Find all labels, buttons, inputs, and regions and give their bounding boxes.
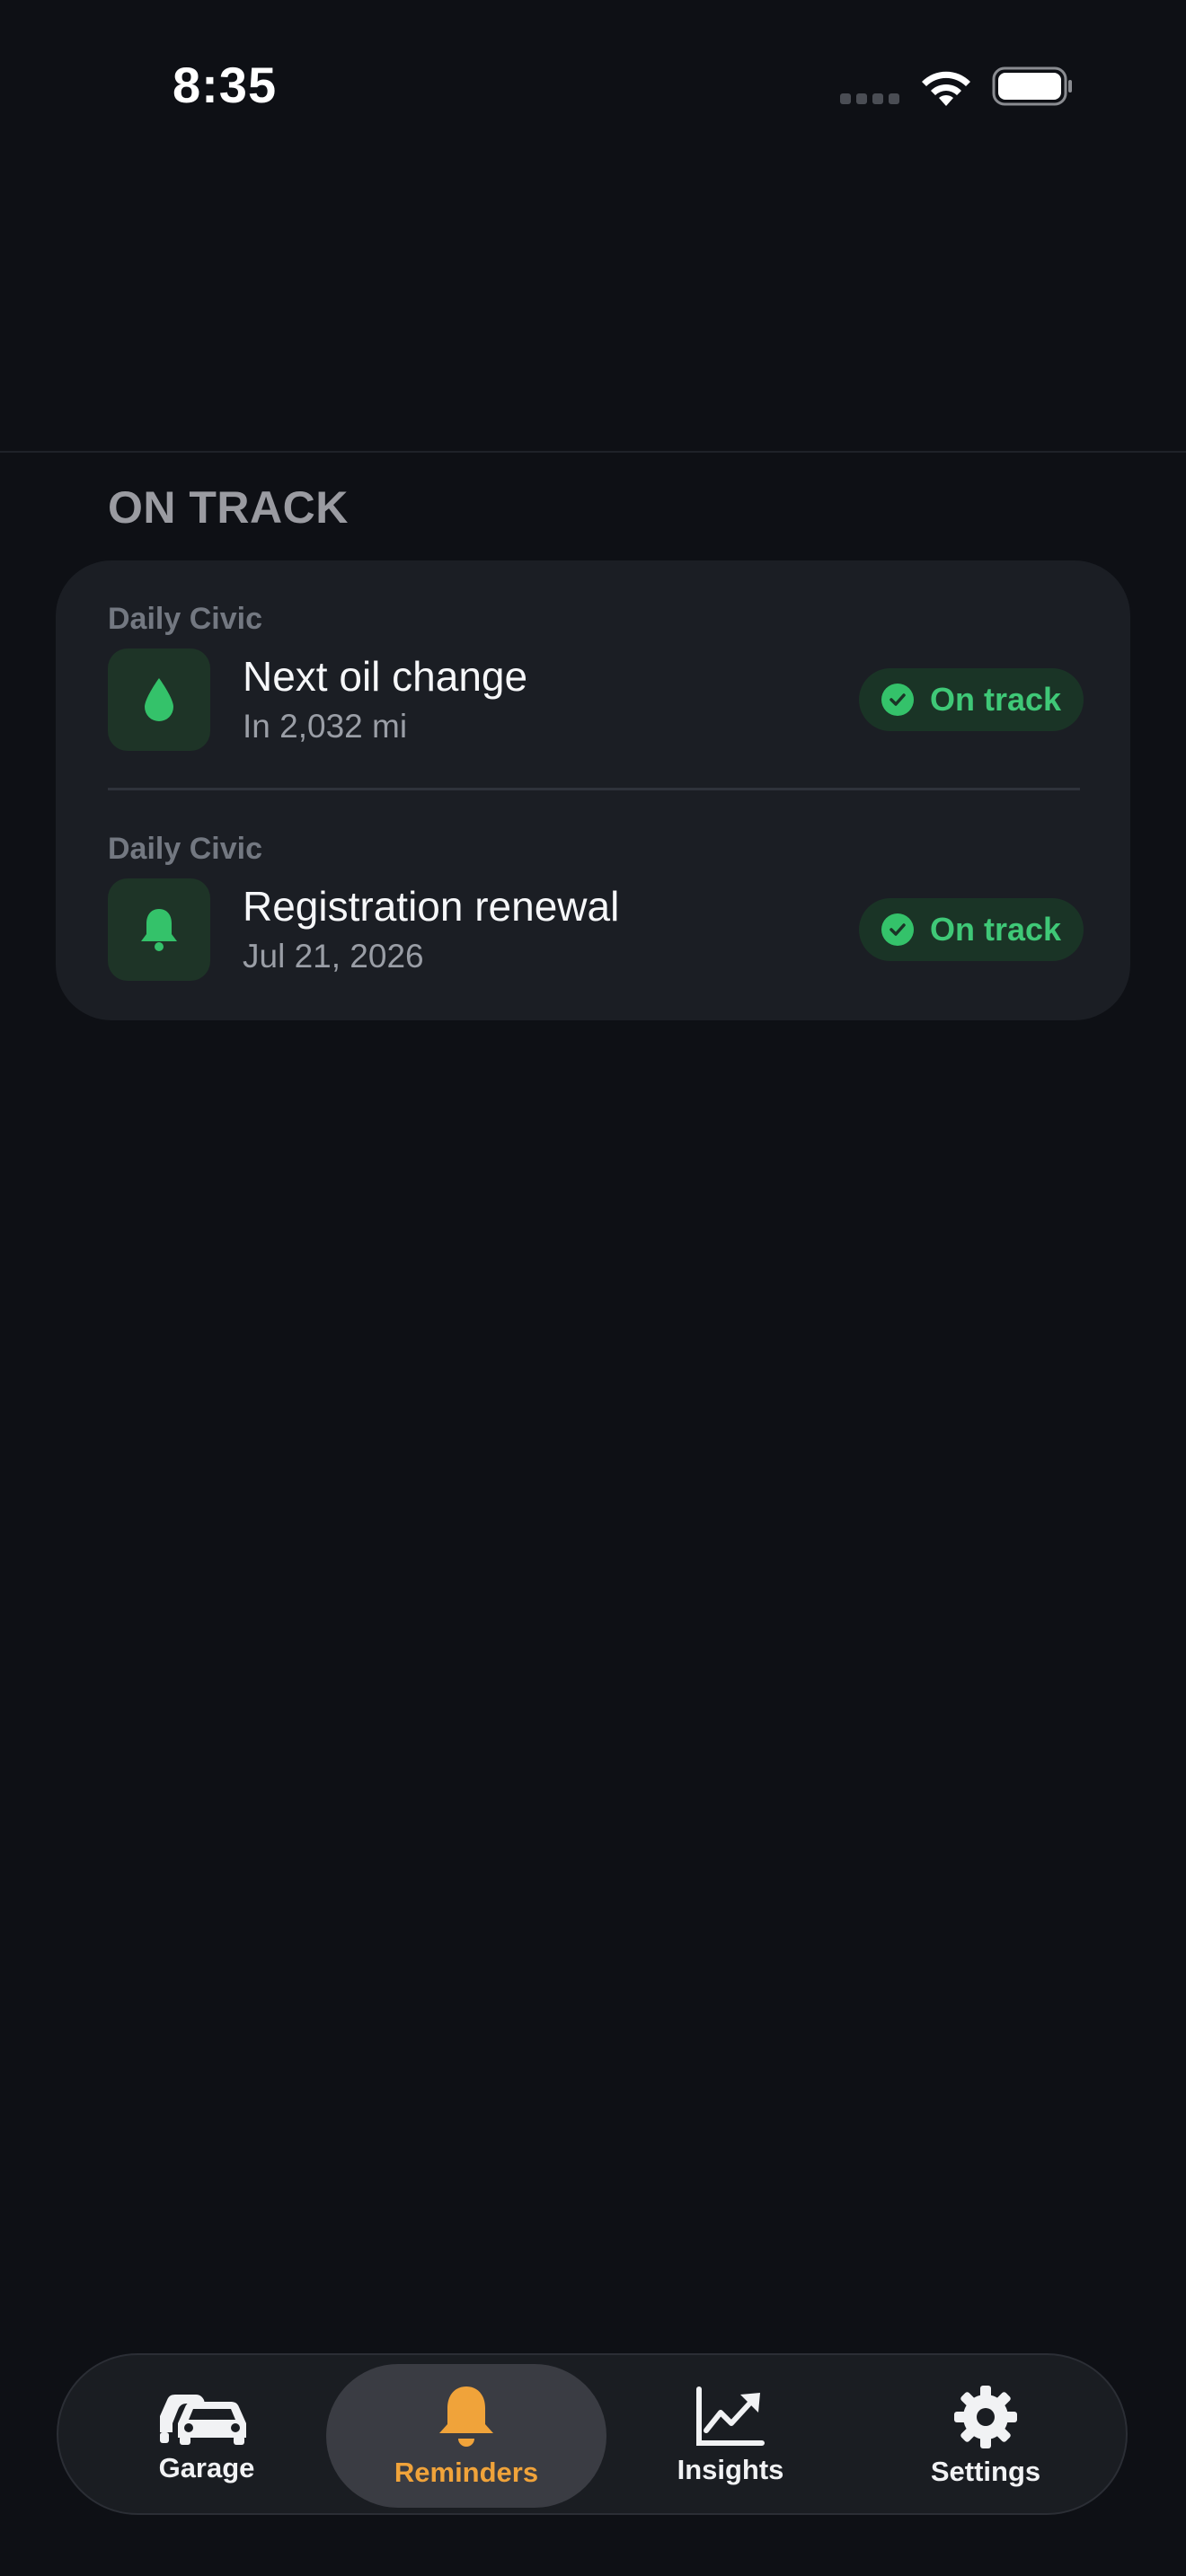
reminder-title: Registration renewal [243,883,620,930]
tab-reminders[interactable]: Reminders [326,2364,606,2508]
checkmark-circle-icon [881,684,914,716]
reminder-subtitle: In 2,032 mi [243,708,408,745]
reminder-item-oil-change[interactable]: Daily Civic Next oil change In 2,032 mi … [108,560,1084,751]
status-badge-label: On track [929,681,1062,718]
reminder-icon-box [108,878,210,981]
tab-insights[interactable]: Insights [635,2364,826,2508]
section-title: ON TRACK [108,482,349,533]
vehicle-label: Daily Civic [108,602,262,636]
tab-settings[interactable]: Settings [890,2364,1081,2508]
cars-icon [160,2395,246,2445]
reminder-item-registration[interactable]: Daily Civic Registration renewal Jul 21,… [108,790,1084,981]
cellular-signal-icon [840,93,903,106]
tab-garage[interactable]: Garage [112,2364,301,2508]
battery-icon [992,66,1072,106]
chart-icon [696,2386,765,2446]
status-badge: On track [859,898,1084,961]
tab-label: Insights [677,2454,784,2485]
drop-icon [145,678,173,721]
tab-label: Settings [930,2456,1041,2487]
vehicle-label: Daily Civic [108,832,262,866]
tab-label: Garage [158,2452,255,2483]
status-time: 8:35 [173,57,278,113]
reminder-title: Next oil change [243,653,528,700]
tab-bar: Garage Reminders Insights Settings [57,2353,1128,2515]
gear-icon [954,2386,1017,2448]
checkmark-circle-icon [881,913,914,946]
tab-label: Reminders [394,2457,539,2488]
status-badge-label: On track [929,911,1062,948]
reminders-card: Daily Civic Next oil change In 2,032 mi … [56,560,1130,1020]
bell-icon [439,2386,493,2447]
wifi-icon [922,71,970,106]
bell-icon [141,909,177,951]
header-divider [0,451,1186,453]
status-badge: On track [859,668,1084,731]
reminder-subtitle: Jul 21, 2026 [243,938,424,975]
reminder-icon-box [108,648,210,751]
